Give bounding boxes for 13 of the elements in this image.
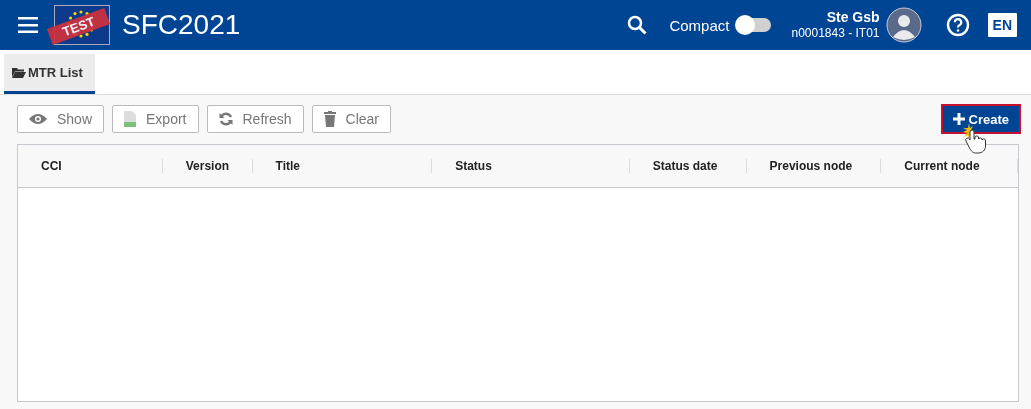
app-title: SFC2021: [122, 9, 241, 41]
column-header[interactable]: Title: [252, 159, 433, 173]
compact-label: Compact: [669, 16, 730, 34]
column-header[interactable]: Status date: [629, 159, 747, 173]
column-header[interactable]: Version: [162, 159, 253, 173]
column-header[interactable]: Status: [432, 159, 630, 173]
user-id: n0001843 - IT01: [791, 25, 880, 41]
column-header[interactable]: Previous node: [746, 159, 882, 173]
column-header[interactable]: CCI: [18, 159, 163, 173]
tab[interactable]: MTR List: [4, 54, 95, 94]
user-name: Ste Gsb: [826, 9, 880, 25]
language-button[interactable]: EN: [987, 13, 1017, 37]
column-header[interactable]: Current node: [881, 159, 1018, 173]
